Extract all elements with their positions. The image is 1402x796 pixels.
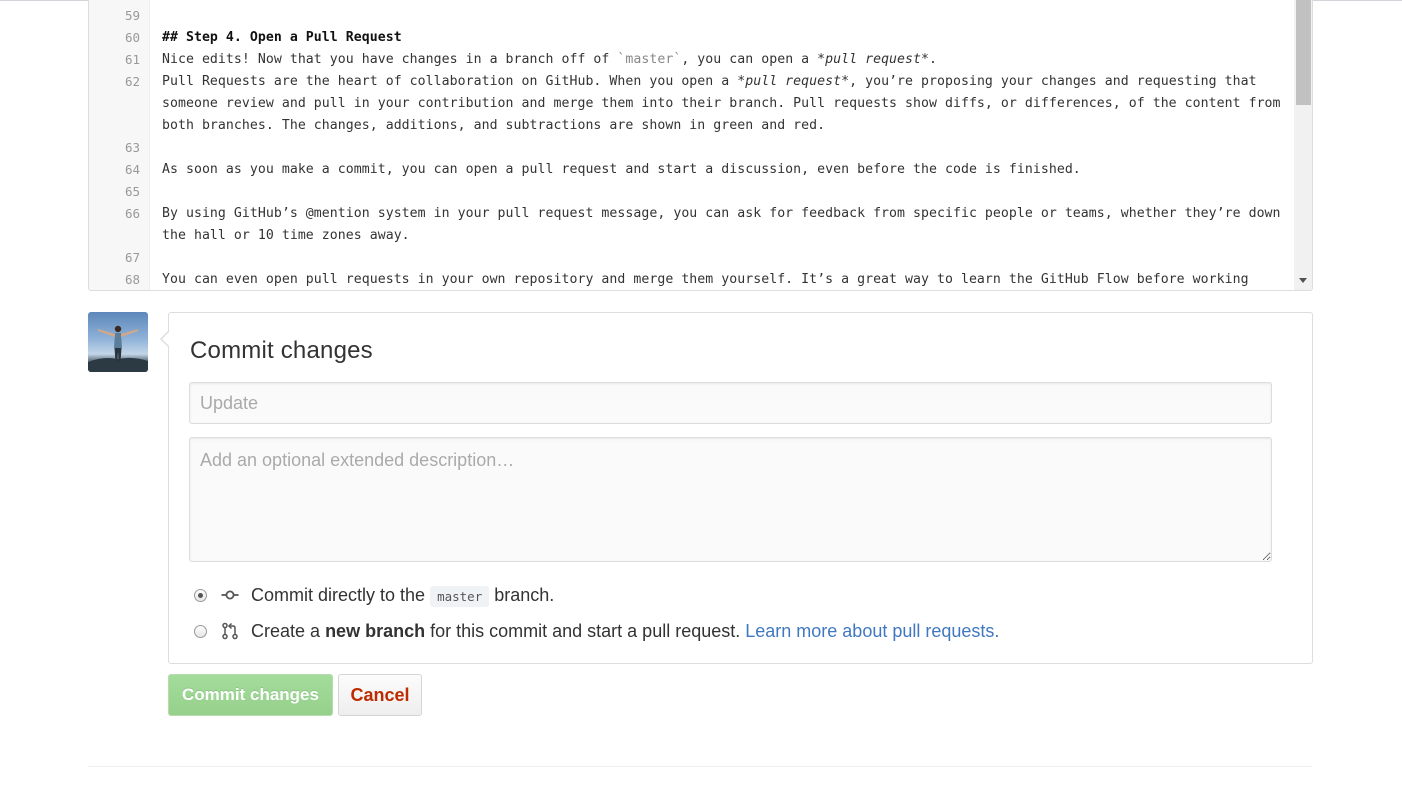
line-number: 62 (124, 74, 140, 89)
editor-line: 60 ## Step 4. Open a Pull Request (89, 27, 1289, 49)
text-segment: Pull Requests are the heart of collabora… (162, 74, 738, 89)
text-segment: . (929, 52, 938, 67)
editor-line: 62 Pull Requests are the heart of collab… (89, 71, 1289, 137)
editor-line: 68 You can even open pull requests in yo… (89, 269, 1289, 290)
git-pull-request-icon (222, 622, 238, 640)
editor-lines[interactable]: 59 60 ## Step 4. Open a Pull Request 61 … (89, 5, 1289, 290)
commit-new-branch-prefix: Create a (251, 620, 321, 641)
line-text (162, 247, 1282, 269)
line-number: 64 (124, 162, 140, 177)
line-text: As soon as you make a commit, you can op… (162, 162, 1081, 177)
text-segment: Nice edits! Now that you have changes in… (162, 52, 618, 67)
commit-form-title: Commit changes (190, 337, 373, 364)
learn-more-pull-requests-link[interactable]: Learn more about pull requests. (745, 621, 999, 642)
commit-new-branch-option[interactable]: Create a new branch for this commit and … (194, 619, 999, 643)
avatar-image (88, 325, 148, 372)
commit-changes-button[interactable]: Commit changes (168, 674, 333, 716)
line-text: You can even open pull requests in your … (162, 272, 1249, 287)
git-commit-icon (221, 590, 239, 600)
new-branch-emphasis: new branch (325, 620, 426, 641)
branch-name: master (430, 585, 490, 607)
line-text (162, 181, 1282, 203)
commit-direct-suffix: branch. (494, 584, 555, 605)
markdown-heading: ## Step 4. Open a Pull Request (162, 30, 402, 45)
line-number: 63 (124, 140, 140, 155)
commit-description-textarea[interactable] (189, 437, 1272, 562)
line-number: 68 (124, 272, 140, 287)
line-text: Nice edits! Now that you have changes in… (162, 49, 1282, 71)
commit-new-branch-radio[interactable] (194, 624, 207, 638)
italic-text: *pull request* (737, 74, 850, 89)
line-number: 59 (124, 8, 140, 23)
editor-line: 61 Nice edits! Now that you have changes… (89, 49, 1289, 71)
scrollbar-thumb[interactable] (1296, 0, 1311, 105)
line-text (162, 5, 1282, 27)
avatar (88, 312, 148, 372)
inline-code: `master` (617, 52, 682, 67)
footer-divider (88, 766, 1312, 767)
triangle-down-icon[interactable] (1299, 278, 1307, 283)
text-segment: , you can open a (681, 52, 818, 67)
line-text: By using GitHub’s @mention system in you… (162, 206, 1289, 243)
commit-form: Commit changes Commit directly to the ma… (160, 312, 1313, 664)
italic-text: *pull request* (817, 52, 930, 67)
editor-line: 67 (89, 247, 1289, 269)
speech-caret-fill (162, 331, 170, 347)
line-text: ## Step 4. Open a Pull Request (162, 27, 1282, 49)
commit-direct-label: Commit directly to the (251, 584, 426, 605)
line-text (162, 137, 1282, 159)
editor-scrollbar[interactable] (1294, 0, 1312, 290)
line-number: 67 (124, 250, 140, 265)
file-editor[interactable]: 59 60 ## Step 4. Open a Pull Request 61 … (88, 0, 1313, 291)
line-text: Pull Requests are the heart of collabora… (162, 71, 1282, 137)
commit-new-branch-suffix: for this commit and start a pull request… (430, 620, 741, 641)
editor-line: 66 By using GitHub’s @mention system in … (89, 203, 1289, 247)
line-number: 66 (124, 206, 140, 221)
cancel-button[interactable]: Cancel (338, 674, 422, 716)
editor-line: 59 (89, 5, 1289, 27)
commit-summary-input[interactable] (189, 382, 1272, 424)
editor-line: 63 (89, 137, 1289, 159)
line-number: 61 (124, 52, 140, 67)
editor-line: 64 As soon as you make a commit, you can… (89, 159, 1289, 181)
editor-line: 65 (89, 181, 1289, 203)
line-number: 65 (124, 184, 140, 199)
line-number: 60 (124, 30, 140, 45)
commit-direct-radio[interactable] (194, 588, 207, 602)
commit-direct-option[interactable]: Commit directly to the master branch. (194, 583, 554, 607)
